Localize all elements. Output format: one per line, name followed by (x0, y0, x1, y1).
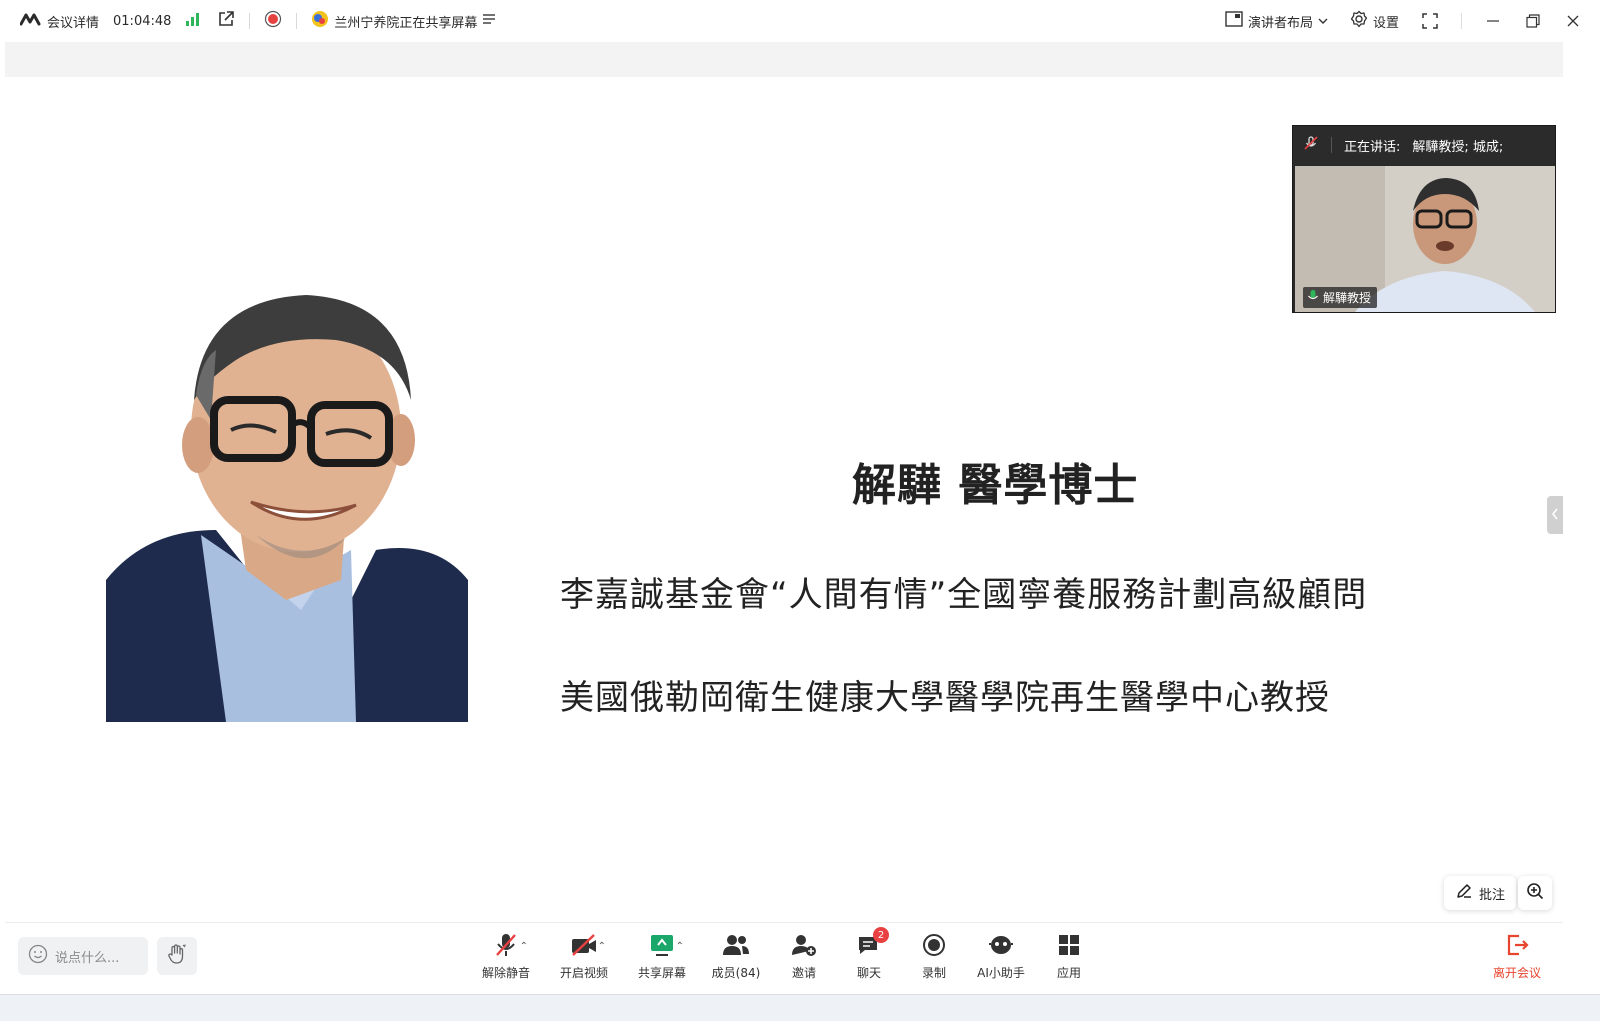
unmute-button[interactable]: ⌃ 解除静音 (475, 933, 537, 987)
list-icon (482, 13, 496, 29)
annotate-label: 批注 (1478, 887, 1505, 903)
sidebar-toggle[interactable] (1547, 496, 1563, 534)
chevron-left-icon (1551, 508, 1559, 523)
chat-unread-badge: 2 (873, 927, 889, 943)
sharing-status-label: 兰州宁养院正在共享屏幕 (334, 15, 478, 31)
caret-up-icon[interactable]: ⌃ (520, 941, 528, 952)
sharer-avatar-icon (311, 10, 329, 32)
caret-up-icon[interactable]: ⌃ (598, 941, 606, 952)
speaking-names: 解驊教授; 城成; (1412, 139, 1504, 155)
share-screen-icon (649, 933, 675, 961)
layout-dropdown[interactable]: 演讲者布局 (1225, 11, 1328, 31)
share-toolbar-strip (5, 42, 1563, 77)
zoom-in-icon (1526, 882, 1544, 904)
settings-label: 设置 (1372, 15, 1399, 31)
members-icon (722, 934, 750, 960)
members-button[interactable]: 成员(84) (705, 933, 767, 987)
fullscreen-icon[interactable] (1421, 12, 1439, 30)
chevron-down-icon (1318, 14, 1328, 29)
meeting-control-bar: 说点什么... ⌃ 解除静音 ⌃ 开启视频 ⌃ 共享屏幕 成员(84) 邀请 2… (5, 922, 1563, 992)
robot-icon (988, 933, 1014, 961)
ai-assistant-button[interactable]: AI小助手 (970, 933, 1032, 987)
members-label: 成员(84) (711, 966, 761, 980)
annotate-button[interactable]: 批注 (1444, 876, 1516, 910)
caret-up-icon[interactable]: ⌃ (676, 941, 684, 952)
slide-line: 美國俄勒岡衛生健康大學醫學院再生醫學中心教授 (560, 678, 1330, 718)
app-logo-icon (19, 12, 42, 30)
quick-chat-input[interactable]: 说点什么... (18, 937, 148, 975)
speaker-video-panel[interactable]: 正在讲话: 解驊教授; 城成; 解驊教授 (1292, 125, 1556, 313)
start-video-button[interactable]: ⌃ 开启视频 (553, 933, 615, 987)
slide-line: 李嘉誠基金會“人間有情”全國寧養服務計劃高級顧問 (560, 575, 1368, 615)
record-button[interactable]: 录制 (903, 933, 965, 987)
ai-assistant-label: AI小助手 (977, 966, 1025, 980)
sharing-status[interactable]: 兰州宁养院正在共享屏幕 (311, 10, 496, 32)
minimize-icon[interactable] (1484, 12, 1502, 30)
recording-icon[interactable] (264, 10, 282, 32)
close-icon[interactable] (1564, 12, 1582, 30)
restore-icon[interactable] (1524, 12, 1542, 30)
speaking-label: 正在讲话: (1344, 139, 1401, 155)
share-screen-button[interactable]: ⌃ 共享屏幕 (631, 933, 693, 987)
add-user-icon (791, 934, 817, 960)
chat-button[interactable]: 2 聊天 (838, 927, 900, 987)
leave-meeting-label: 离开会议 (1492, 966, 1541, 980)
record-icon (922, 933, 946, 961)
participant-video: 解驊教授 (1295, 166, 1555, 312)
mic-icon (1307, 289, 1319, 306)
meeting-details-label: 会议详情 (47, 15, 100, 31)
speaking-indicator: 正在讲话: 解驊教授; 城成; (1293, 126, 1555, 164)
raise-hand-button[interactable] (157, 937, 197, 975)
meeting-details-button[interactable]: 会议详情 (19, 12, 100, 31)
hand-icon (166, 943, 188, 969)
muted-mic-icon (1303, 135, 1319, 155)
apps-grid-icon (1058, 934, 1080, 960)
presenter-photo (106, 280, 468, 722)
gear-icon (1350, 10, 1368, 32)
layout-label: 演讲者布局 (1247, 15, 1313, 31)
participant-name: 解驊教授 (1323, 291, 1372, 305)
muted-microphone-icon (493, 932, 519, 962)
external-share-icon[interactable] (217, 10, 235, 32)
elapsed-time: 01:04:48 (113, 13, 172, 29)
title-bar: 会议详情 01:04:48 兰州宁养院正在共享屏幕 演讲者布局 设置 (0, 0, 1600, 42)
zoom-button[interactable] (1518, 876, 1552, 910)
slide-title: 解驊 醫學博士 (852, 460, 1139, 511)
camera-off-icon (570, 933, 598, 961)
exit-icon (1505, 933, 1529, 961)
os-taskbar-edge (0, 994, 1600, 1021)
signal-strength-icon[interactable] (185, 12, 201, 30)
chat-placeholder: 说点什么... (55, 950, 120, 966)
record-label: 录制 (921, 966, 946, 980)
invite-button[interactable]: 邀请 (773, 933, 835, 987)
share-screen-label: 共享屏幕 (637, 966, 686, 980)
start-video-label: 开启视频 (559, 966, 608, 980)
apps-label: 应用 (1056, 966, 1081, 980)
settings-button[interactable]: 设置 (1350, 10, 1399, 32)
divider (296, 13, 298, 29)
leave-meeting-button[interactable]: 离开会议 (1486, 933, 1548, 987)
invite-label: 邀请 (791, 966, 816, 980)
chat-label: 聊天 (856, 966, 881, 980)
participant-name-tag: 解驊教授 (1303, 287, 1378, 308)
layout-icon (1225, 11, 1243, 31)
apps-button[interactable]: 应用 (1038, 933, 1100, 987)
unmute-label: 解除静音 (481, 966, 530, 980)
divider (249, 13, 251, 29)
emoji-icon (28, 944, 48, 968)
pen-icon (1455, 882, 1473, 904)
